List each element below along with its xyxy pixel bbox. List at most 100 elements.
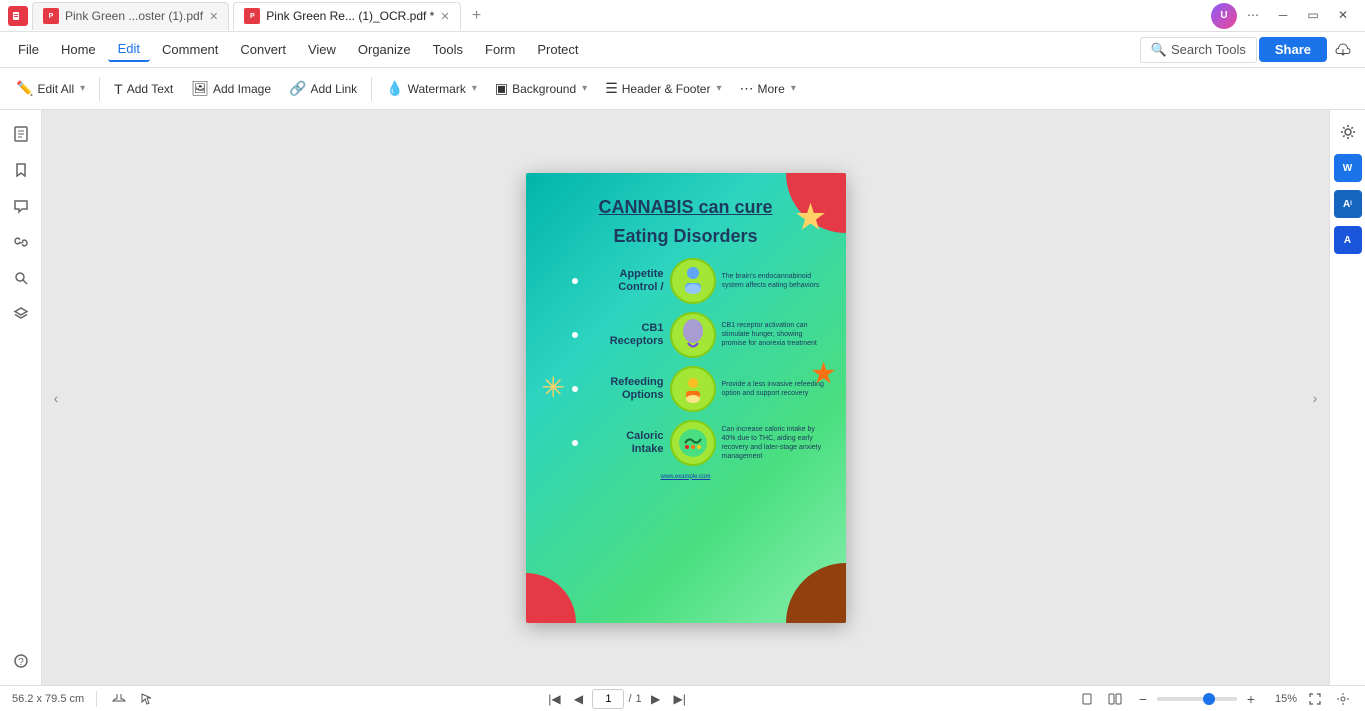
menu-file[interactable]: File: [8, 38, 49, 61]
zoom-out-button[interactable]: −: [1133, 689, 1153, 709]
add-image-label: Add Image: [213, 82, 271, 96]
pdf-desc-1: The brain's endocannabinoid system affec…: [722, 272, 826, 290]
pdf-circle-1: [670, 258, 716, 304]
tab-add-button[interactable]: +: [465, 4, 489, 28]
deco-yellow-burst: ✳: [542, 371, 565, 404]
sidebar-bookmark-icon[interactable]: [5, 154, 37, 186]
add-text-label: Add Text: [127, 82, 173, 96]
menu-view[interactable]: View: [298, 38, 346, 61]
edit-all-label: Edit All: [37, 82, 74, 96]
image-icon: 🖼: [191, 80, 209, 97]
window-controls: U ⋯ ─ ▭ ✕: [1211, 3, 1357, 29]
sidebar-search-icon[interactable]: [5, 262, 37, 294]
pdf-circle-3: [670, 366, 716, 412]
cloud-upload-icon[interactable]: [1329, 36, 1357, 64]
tab-1-close[interactable]: ✕: [209, 10, 218, 23]
window-maximize-button[interactable]: ▭: [1299, 3, 1327, 27]
file-icon-1: P: [43, 8, 59, 24]
pdf-bullet-4: [572, 440, 578, 446]
add-image-button[interactable]: 🖼 Add Image: [183, 76, 279, 101]
page-next-button[interactable]: ▶: [646, 689, 666, 709]
menu-organize[interactable]: Organize: [348, 38, 421, 61]
menu-protect[interactable]: Protect: [527, 38, 588, 61]
menu-home[interactable]: Home: [51, 38, 106, 61]
page-first-button[interactable]: |◀: [544, 689, 564, 709]
background-button[interactable]: ▣ Background: [487, 76, 595, 101]
page-number-input[interactable]: [592, 689, 624, 709]
right-settings-icon[interactable]: [1334, 118, 1362, 146]
header-footer-label: Header & Footer: [622, 82, 711, 96]
search-tools-label: Search Tools: [1171, 42, 1246, 57]
more-button[interactable]: ⋯ More: [732, 76, 804, 101]
window-close-button[interactable]: ✕: [1329, 3, 1357, 27]
text-icon: T: [114, 81, 123, 97]
word-blue-icon[interactable]: A: [1334, 226, 1362, 254]
header-footer-button[interactable]: ☰ Header & Footer: [597, 76, 729, 101]
add-link-label: Add Link: [310, 82, 357, 96]
page-prev-button[interactable]: ◀: [568, 689, 588, 709]
menu-comment[interactable]: Comment: [152, 38, 228, 61]
sidebar-page-icon[interactable]: [5, 118, 37, 150]
sidebar-layers-icon[interactable]: [5, 298, 37, 330]
zoom-in-button[interactable]: +: [1241, 689, 1261, 709]
user-avatar[interactable]: U: [1211, 3, 1237, 29]
tab-2-close[interactable]: ✕: [440, 10, 449, 23]
fullscreen-button[interactable]: [1305, 689, 1325, 709]
search-tools-button[interactable]: 🔍 Search Tools: [1140, 37, 1257, 63]
pdf-section-3: RefeedingOptions Provide a less invasive…: [572, 366, 826, 412]
pdf-section-2: CB1Receptors CB1 receptor activation can…: [572, 312, 826, 358]
page-last-button[interactable]: ▶|: [670, 689, 690, 709]
link-icon: 🔗: [289, 80, 306, 97]
sidebar-comment-icon[interactable]: [5, 190, 37, 222]
add-text-button[interactable]: T Add Text: [106, 77, 181, 101]
background-icon: ▣: [495, 80, 508, 97]
watermark-button[interactable]: 💧 Watermark: [378, 76, 485, 101]
sidebar-left: ?: [0, 110, 42, 685]
menu-convert[interactable]: Convert: [230, 38, 296, 61]
dimensions-label: 56.2 x 79.5 cm: [12, 693, 84, 705]
status-settings-button[interactable]: [1333, 689, 1353, 709]
window-minimize-button[interactable]: ─: [1269, 3, 1297, 27]
zoom-level-label: 15%: [1265, 693, 1297, 705]
pdf-section-label-4: CaloricIntake: [584, 430, 664, 456]
zoom-slider[interactable]: [1157, 697, 1237, 701]
menu-bar: File Home Edit Comment Convert View Orga…: [0, 32, 1365, 68]
pdf-subtitle: Eating Disorders: [542, 226, 830, 248]
double-page-view-button[interactable]: [1105, 689, 1125, 709]
ai-assistant-icon[interactable]: AI: [1334, 190, 1362, 218]
share-button[interactable]: Share: [1259, 37, 1327, 62]
page-sep: /: [628, 693, 631, 705]
edit-all-button[interactable]: ✏️ Edit All: [8, 76, 93, 101]
pdf-title: CANNABIS can cure: [542, 197, 830, 219]
more-label: More: [758, 82, 785, 96]
deco-brown-bottom-right: [786, 563, 846, 623]
sidebar-right: W AI A: [1329, 110, 1365, 685]
canvas-area[interactable]: ‹ ✳ CANNABIS can cure Eating Disorders A…: [42, 110, 1329, 685]
select-tool-button[interactable]: [137, 689, 157, 709]
deco-red-bottom-left: [526, 573, 576, 623]
menu-tools[interactable]: Tools: [423, 38, 473, 61]
status-bar: 56.2 x 79.5 cm |◀ ◀ / 1 ▶ ▶| − + 15%: [0, 685, 1365, 711]
toolbar: ✏️ Edit All T Add Text 🖼 Add Image 🔗 Add…: [0, 68, 1365, 110]
window-more-button[interactable]: ⋯: [1239, 3, 1267, 27]
pdf-circle-2: [670, 312, 716, 358]
add-link-button[interactable]: 🔗 Add Link: [281, 76, 365, 101]
watermark-icon: 💧: [386, 80, 403, 97]
page-navigation: |◀ ◀ / 1 ▶ ▶|: [544, 689, 689, 709]
menu-form[interactable]: Form: [475, 38, 525, 61]
word-icon[interactable]: W: [1334, 154, 1362, 182]
menu-edit[interactable]: Edit: [108, 37, 150, 62]
scroll-right-arrow[interactable]: ›: [1305, 388, 1325, 408]
tab-1[interactable]: P Pink Green ...oster (1).pdf ✕: [32, 2, 229, 30]
pdf-section-label-3: RefeedingOptions: [584, 376, 664, 402]
scroll-left-arrow[interactable]: ‹: [46, 388, 66, 408]
pdf-desc-4: Can increase caloric intake by 40% due t…: [722, 425, 826, 461]
pdf-section-4: CaloricIntake Can increase caloric intak…: [572, 420, 826, 466]
single-page-view-button[interactable]: [1077, 689, 1097, 709]
hand-tool-button[interactable]: [109, 689, 129, 709]
pdf-circle-4: [670, 420, 716, 466]
sidebar-link-icon[interactable]: [5, 226, 37, 258]
pdf-section-label-2: CB1Receptors: [584, 322, 664, 348]
sidebar-help-icon[interactable]: ?: [5, 645, 37, 677]
tab-2[interactable]: P Pink Green Re... (1)_OCR.pdf * ✕: [233, 2, 460, 30]
